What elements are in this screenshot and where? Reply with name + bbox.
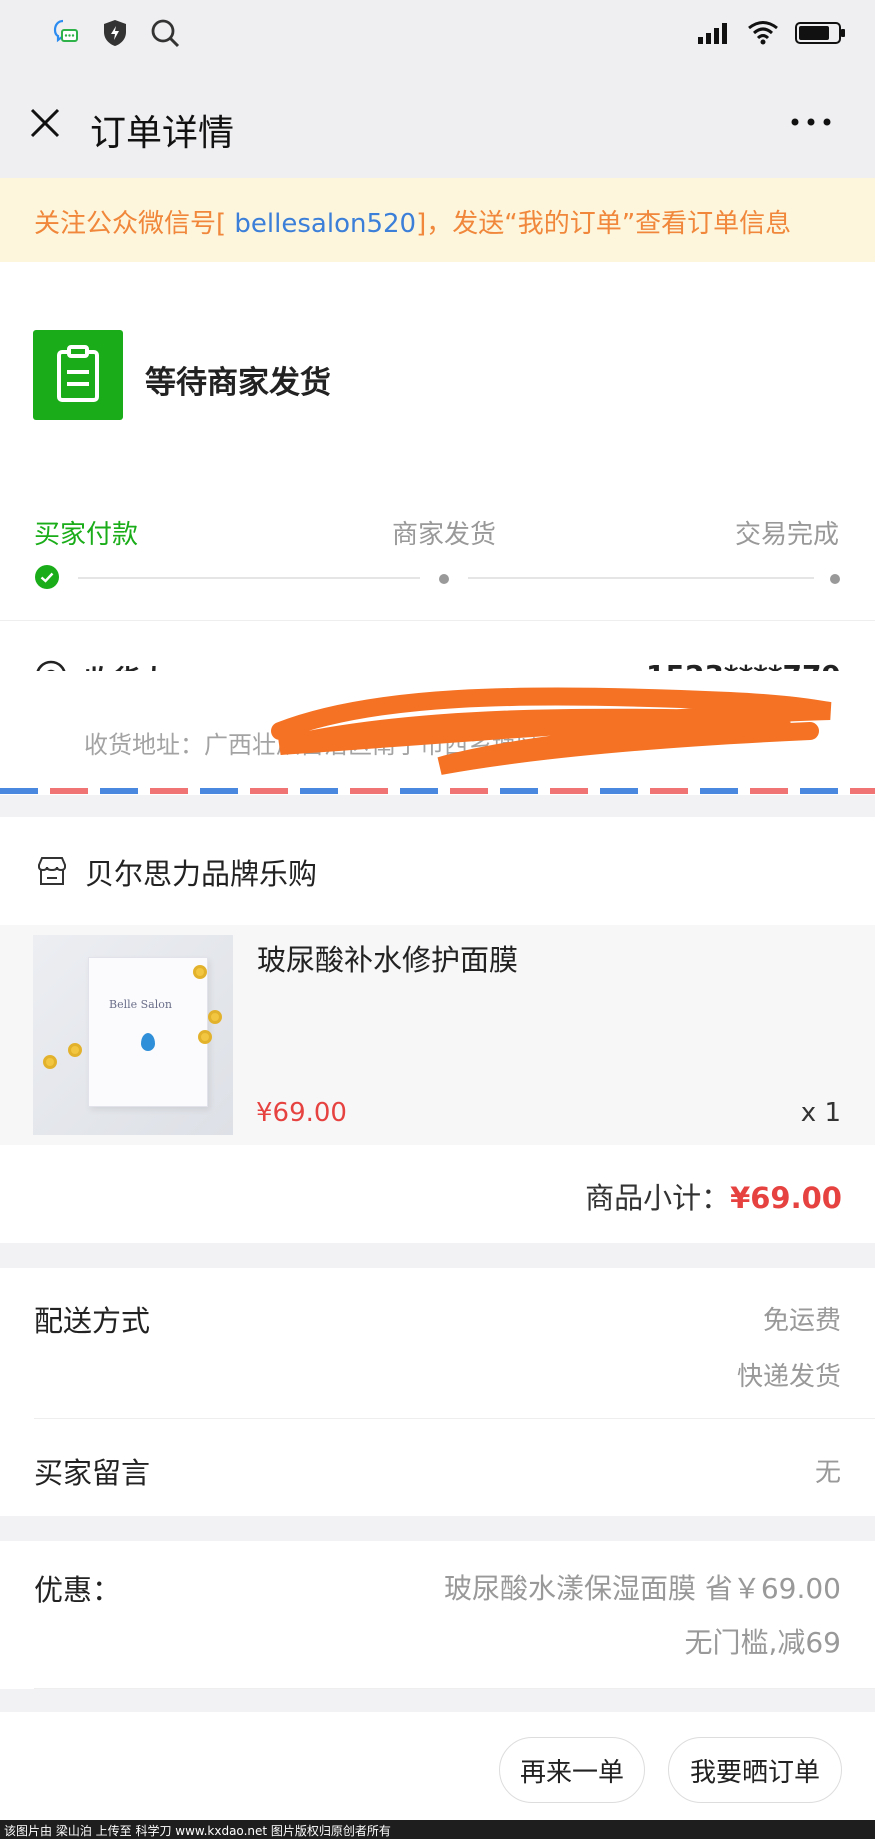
- subtotal-row: 商品小计：¥69.00: [0, 1145, 875, 1243]
- notice-prefix: 关注公众微信号[: [34, 209, 235, 239]
- product-price: ¥69.00: [256, 1098, 347, 1128]
- reorder-button[interactable]: 再来一单: [499, 1737, 645, 1803]
- divider: [34, 1688, 875, 1689]
- divider: [34, 1418, 875, 1419]
- delivery-label: 配送方式: [34, 1304, 151, 1338]
- step-shipped-label: 商家发货: [392, 520, 497, 550]
- product-image[interactable]: Belle Salon: [33, 935, 233, 1135]
- search-icon: [150, 18, 180, 52]
- step-paid-label: 买家付款: [34, 520, 139, 550]
- flower-decoration: [208, 1010, 222, 1024]
- shop-name: 贝尔思力品牌乐购: [85, 857, 318, 891]
- product-box: Belle Salon: [88, 957, 208, 1107]
- product-brand: Belle Salon: [109, 998, 172, 1011]
- discount-rule: 无门槛,减69: [684, 1626, 841, 1659]
- product-quantity: x 1: [800, 1098, 841, 1128]
- close-icon: [30, 108, 60, 138]
- close-button[interactable]: [24, 102, 66, 144]
- step-line: [78, 577, 420, 579]
- discount-promo: 玻尿酸水漾保湿面膜 省￥69.00: [443, 1572, 841, 1605]
- discount-section: 优惠： 玻尿酸水漾保湿面膜 省￥69.00 无门槛,减69: [0, 1541, 875, 1689]
- subtotal-label: 商品小计：: [585, 1181, 731, 1215]
- more-button[interactable]: [787, 102, 837, 142]
- address-card[interactable]: 收货人 1523****779 收货地址：广西壮族自治区南宁市西乡塘区: [0, 620, 875, 795]
- follow-notice: 关注公众微信号[ bellesalon520]，发送“我的订单”查看订单信息: [0, 178, 875, 262]
- watermark-text: 该图片由 梁山泊 上传至 科学刀 www.kxdao.net 图片版权归原创者所…: [0, 1820, 875, 1839]
- flower-decoration: [198, 1030, 212, 1044]
- discount-label: 优惠：: [34, 1573, 122, 1607]
- step-line: [468, 577, 814, 579]
- redaction-scribble: [271, 687, 832, 775]
- buyer-message-value: 无: [814, 1458, 841, 1488]
- order-status-card: 等待商家发货 买家付款 商家发货 交易完成: [0, 262, 875, 620]
- wifi-icon: [747, 20, 779, 50]
- order-status-title: 等待商家发货: [145, 365, 331, 401]
- chat-notification-icon: [50, 18, 80, 52]
- shield-icon: [102, 18, 128, 52]
- delivery-section: 配送方式 免运费 快递发货 买家留言 无: [0, 1268, 875, 1516]
- check-icon: [35, 565, 59, 589]
- flower-decoration: [68, 1043, 82, 1057]
- more-icon: [791, 118, 831, 126]
- clipboard-icon: [33, 330, 123, 420]
- status-bar: [0, 0, 875, 72]
- flower-decoration: [193, 965, 207, 979]
- store-icon: [36, 855, 68, 887]
- airmail-border: [0, 788, 875, 794]
- step-dot: [439, 574, 449, 584]
- subtotal: 商品小计：¥69.00: [585, 1175, 842, 1217]
- product-name: 玻尿酸补水修护面膜: [257, 943, 519, 977]
- subtotal-value: ¥69.00: [730, 1181, 842, 1215]
- notice-suffix: ]，发送“我的订单”查看订单信息: [416, 209, 792, 239]
- step-complete-label: 交易完成: [735, 520, 840, 550]
- buyer-message-label: 买家留言: [34, 1456, 151, 1490]
- flower-decoration: [43, 1055, 57, 1069]
- product-item[interactable]: Belle Salon 玻尿酸补水修护面膜 ¥69.00 x 1: [0, 925, 875, 1145]
- notice-account-link[interactable]: bellesalon520: [234, 209, 416, 239]
- action-bar: 再来一单 我要晒订单: [0, 1712, 875, 1820]
- share-order-button[interactable]: 我要晒订单: [668, 1737, 842, 1803]
- battery-icon: [795, 20, 847, 50]
- nav-bar: 订单详情: [0, 72, 875, 178]
- signal-icon: [697, 21, 731, 49]
- delivery-method: 快递发货: [736, 1362, 841, 1392]
- step-dot: [830, 574, 840, 584]
- page-title: 订单详情: [90, 113, 235, 154]
- delivery-fee: 免运费: [762, 1306, 841, 1336]
- water-drop-icon: [141, 1033, 155, 1051]
- shop-header[interactable]: 贝尔思力品牌乐购: [0, 817, 875, 925]
